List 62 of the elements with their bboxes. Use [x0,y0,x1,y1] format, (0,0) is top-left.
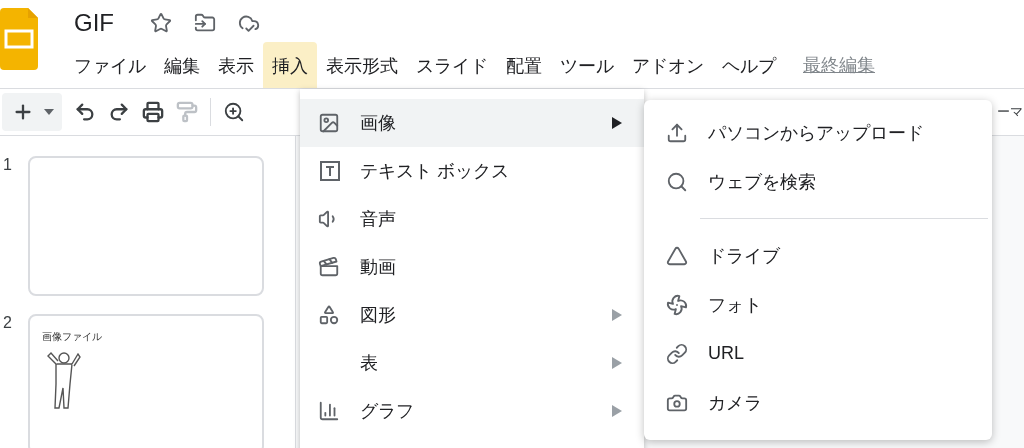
menu-option[interactable]: 表 [300,339,644,387]
undo-button[interactable] [74,101,96,123]
option-label: フォト [708,293,763,317]
slide-thumbnail[interactable] [28,156,264,296]
star-icon[interactable] [150,12,172,34]
menu-option[interactable]: テキスト ボックス [300,147,644,195]
menu-item[interactable]: 配置 [497,42,551,88]
bar-chart-icon [318,400,340,422]
submenu-option[interactable]: パソコンからアップロード [644,108,992,157]
triangle-icon [666,244,688,267]
document-title[interactable]: GIF [74,9,114,37]
menu-item[interactable]: アドオン [623,42,713,88]
slide-number: 2 [2,314,13,332]
menu-item[interactable]: 表示形式 [317,42,407,88]
image-icon [318,112,340,134]
clapperboard-icon [318,256,340,278]
option-label: 図形 [360,304,397,327]
option-label: 表 [360,352,379,375]
option-label: 動画 [360,256,397,279]
pinwheel-icon [666,293,688,316]
menu-option[interactable]: 図形 [300,291,644,339]
option-label: グラフ [360,400,415,423]
shapes-icon [318,304,340,326]
menu-item[interactable]: 編集 [155,42,209,88]
theme-button[interactable]: ーマ [997,103,1023,121]
submenu-option[interactable]: フォト [644,280,992,329]
option-label: ウェブを検索 [708,170,817,194]
option-label: URL [708,343,745,364]
move-folder-icon[interactable] [194,12,216,34]
new-slide-button[interactable] [2,93,62,131]
menu-option[interactable]: 音声 [300,195,644,243]
option-label: カメラ [708,391,763,415]
option-label: 音声 [360,208,397,231]
zoom-button[interactable] [223,101,245,123]
link-icon [666,342,688,365]
slide-thumbnail[interactable]: 画像ファイル [28,314,264,448]
submenu-option[interactable]: ドライブ [644,231,992,280]
option-label: パソコンからアップロード [708,121,925,145]
redo-button[interactable] [108,101,130,123]
slide-number: 1 [2,156,13,174]
slide-text: 画像ファイル [42,330,103,344]
menu-item[interactable]: スライド [407,42,497,88]
menu-option[interactable]: 画像 [300,99,644,147]
submenu-option[interactable]: ウェブを検索 [644,157,992,206]
menu-option[interactable]: グラフ [300,387,644,435]
menu-item[interactable]: ファイル [65,42,155,88]
upload-icon [666,121,688,144]
submenu-option[interactable]: カメラ [644,378,992,427]
menu-item[interactable]: 挿入 [263,42,317,88]
submenu-option[interactable]: URL [644,329,992,378]
option-label: 画像 [360,112,397,135]
caret-icon [44,109,54,115]
last-edit-link[interactable]: 最終編集 [803,53,875,77]
menu-item[interactable]: 表示 [209,42,263,88]
menu-option[interactable]: 動画 [300,243,644,291]
search-icon [666,170,688,193]
text-box-icon [318,159,342,183]
menu-item[interactable]: ヘルプ [713,42,785,88]
option-label: テキスト ボックス [360,160,510,183]
menu-item[interactable]: ツール [551,42,623,88]
print-button[interactable] [142,101,164,123]
option-label: ドライブ [708,244,781,268]
